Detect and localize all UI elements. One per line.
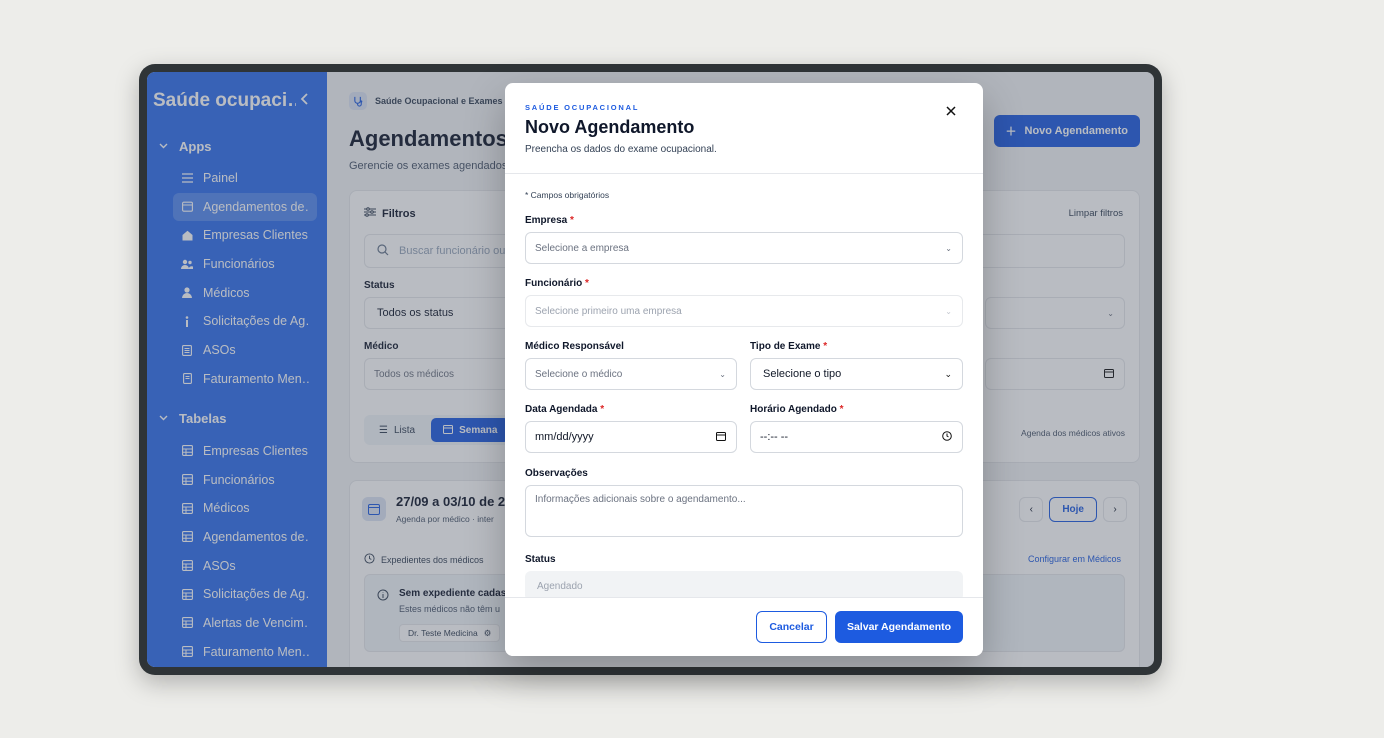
- dialog-footer: Cancelar Salvar Agendamento: [505, 597, 983, 656]
- empresa-placeholder: Selecione a empresa: [535, 242, 629, 254]
- time-placeholder: --:-- --: [760, 431, 789, 443]
- required-note: * Campos obrigatórios: [525, 190, 610, 200]
- tipo-value: Selecione o tipo: [763, 368, 842, 380]
- status-value: Agendado: [537, 580, 583, 592]
- funcionario-placeholder: Selecione primeiro uma empresa: [535, 305, 682, 317]
- observacoes-textarea[interactable]: Informações adicionais sobre o agendamen…: [525, 485, 963, 537]
- status-label: Status: [525, 554, 556, 565]
- data-label: Data Agendada *: [525, 404, 604, 415]
- funcionario-label-text: Funcionário: [525, 278, 583, 289]
- required-star: *: [823, 341, 828, 352]
- medico-select[interactable]: Selecione o médico ⌄: [525, 358, 737, 390]
- required-star: *: [600, 404, 605, 415]
- observacoes-label: Observações: [525, 468, 588, 479]
- time-input[interactable]: --:-- --: [750, 421, 963, 453]
- date-placeholder: mm/dd/yyyy: [535, 431, 594, 443]
- horario-label: Horário Agendado *: [750, 404, 844, 415]
- chevron-down-icon: ⌄: [945, 243, 952, 253]
- medico-placeholder: Selecione o médico: [535, 368, 623, 380]
- calendar-icon[interactable]: [716, 431, 726, 443]
- dialog-divider: [505, 173, 983, 174]
- save-appointment-button[interactable]: Salvar Agendamento: [835, 611, 963, 643]
- chevron-down-icon: ⌄: [719, 369, 726, 379]
- close-icon[interactable]: [943, 103, 959, 119]
- date-input[interactable]: mm/dd/yyyy: [525, 421, 737, 453]
- funcionario-select[interactable]: Selecione primeiro uma empresa ⌄: [525, 295, 963, 327]
- empresa-label: Empresa *: [525, 215, 574, 226]
- dialog-eyebrow: SAÚDE OCUPACIONAL: [525, 103, 640, 112]
- horario-label-text: Horário Agendado: [750, 404, 837, 415]
- chevron-down-icon: ⌄: [945, 306, 952, 316]
- required-star: *: [839, 404, 844, 415]
- observacoes-placeholder: Informações adicionais sobre o agendamen…: [535, 494, 746, 505]
- chevron-down-icon: ⌄: [944, 368, 952, 379]
- tipo-label: Tipo de Exame *: [750, 341, 827, 352]
- medico-label: Médico Responsável: [525, 341, 624, 352]
- tipo-select[interactable]: Selecione o tipo ⌄: [750, 358, 963, 390]
- new-appointment-dialog: SAÚDE OCUPACIONAL Novo Agendamento Preen…: [505, 83, 983, 656]
- cancel-button[interactable]: Cancelar: [756, 611, 827, 643]
- dialog-title: Novo Agendamento: [525, 117, 695, 137]
- data-label-text: Data Agendada: [525, 404, 598, 415]
- empresa-label-text: Empresa: [525, 215, 568, 226]
- required-star: *: [570, 215, 574, 226]
- required-star: *: [585, 278, 589, 289]
- funcionario-label: Funcionário *: [525, 278, 589, 289]
- clock-icon[interactable]: [942, 431, 952, 443]
- dialog-subtitle: Preencha os dados do exame ocupacional.: [525, 144, 717, 155]
- tipo-label-text: Tipo de Exame: [750, 341, 821, 352]
- empresa-select[interactable]: Selecione a empresa ⌄: [525, 232, 963, 264]
